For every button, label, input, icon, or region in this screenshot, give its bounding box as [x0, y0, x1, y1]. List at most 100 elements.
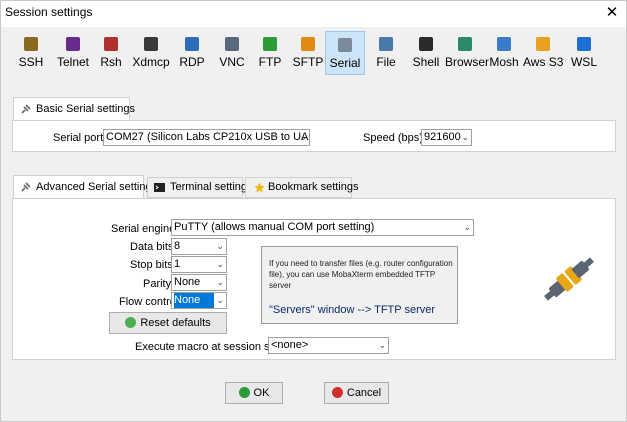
reset-icon — [125, 317, 137, 328]
file-icon — [379, 37, 393, 51]
chevron-down-icon: ⌄ — [463, 222, 471, 232]
protocol-telnet-button[interactable]: Telnet — [53, 31, 93, 75]
tab-bookmark-settings[interactable]: Bookmark settings — [245, 177, 358, 198]
speed-select[interactable]: 921600 ⌄ — [421, 129, 472, 146]
protocol-sftp-label: SFTP — [292, 55, 324, 69]
protocol-file-label: File — [376, 55, 396, 69]
tftp-info-text: If you need to transfer files (e.g. rout… — [269, 259, 453, 290]
chevron-down-icon: ⌄ — [461, 132, 469, 142]
serial-plug-icon — [21, 104, 31, 114]
protocol-shell-label: Shell — [412, 55, 440, 69]
cancel-icon — [331, 387, 343, 398]
parity-label: Parity — [143, 278, 172, 290]
protocol-mosh-label: Mosh — [489, 55, 519, 69]
flow-control-value: None — [174, 293, 214, 308]
tab-terminal-settings[interactable]: Terminal settings — [147, 177, 253, 198]
aws-s3-icon — [536, 37, 550, 51]
protocol-wsl-button[interactable]: WSL — [567, 31, 601, 75]
chevron-down-icon: ⌄ — [299, 132, 307, 142]
macro-label: Execute macro at session start: — [135, 341, 289, 353]
serial-engine-select[interactable]: PuTTY (allows manual COM port setting) ⌄ — [171, 219, 474, 236]
tab-basic-serial-settings[interactable]: Basic Serial settings — [13, 97, 135, 121]
telnet-icon — [66, 37, 80, 51]
window-title: Session settings — [5, 5, 93, 19]
data-bits-label: Data bits — [130, 241, 174, 253]
macro-value: <none> — [271, 339, 309, 351]
close-icon[interactable]: ✕ — [601, 3, 623, 23]
chevron-down-icon: ⌄ — [216, 241, 224, 251]
serial-port-value: COM27 (Silicon Labs CP210x USB to UART B — [106, 131, 309, 143]
data-bits-select[interactable]: 8 ⌄ — [171, 238, 227, 255]
vnc-icon — [225, 37, 239, 51]
mosh-icon — [497, 37, 511, 51]
sftp-icon — [301, 37, 315, 51]
cancel-label: Cancel — [346, 387, 382, 399]
star-icon — [254, 182, 265, 193]
tab-advanced-serial-settings[interactable]: Advanced Serial settings — [13, 175, 157, 199]
protocol-ftp-button[interactable]: FTP — [253, 31, 287, 75]
tftp-info-box: If you need to transfer files (e.g. rout… — [261, 246, 458, 324]
serial-plug-illustration-icon — [544, 257, 594, 301]
protocol-mosh-button[interactable]: Mosh — [487, 31, 521, 75]
rdp-icon — [185, 37, 199, 51]
protocol-rsh-button[interactable]: Rsh — [93, 31, 129, 75]
xdmcp-icon — [144, 37, 158, 51]
protocol-browser-button[interactable]: Browser — [445, 31, 490, 75]
protocol-telnet-label: Telnet — [56, 55, 90, 69]
serial-plug-icon — [21, 182, 31, 192]
browser-icon — [458, 37, 472, 51]
protocol-wsl-label: WSL — [570, 55, 597, 69]
chevron-down-icon: ⌄ — [216, 295, 224, 305]
parity-select[interactable]: None ⌄ — [171, 274, 227, 291]
tab-basic-label: Basic Serial settings — [36, 103, 136, 115]
protocol-sftp-button[interactable]: SFTP — [291, 31, 325, 75]
protocol-ssh-label: SSH — [18, 55, 44, 69]
serial-icon — [338, 38, 352, 52]
serial-port-select[interactable]: COM27 (Silicon Labs CP210x USB to UART B… — [103, 129, 310, 146]
serial-port-label: Serial port * — [53, 132, 111, 144]
tftp-servers-link[interactable]: "Servers" window --> TFTP server — [269, 304, 435, 316]
chevron-down-icon: ⌄ — [216, 277, 224, 287]
ok-label: OK — [253, 387, 270, 399]
protocol-rdp-button[interactable]: RDP — [175, 31, 209, 75]
chevron-down-icon: ⌄ — [378, 340, 386, 350]
tab-bookmark-label: Bookmark settings — [268, 181, 359, 193]
stop-bits-select[interactable]: 1 ⌄ — [171, 256, 227, 273]
terminal-icon — [154, 183, 165, 192]
flow-control-select[interactable]: None ⌄ — [171, 292, 227, 309]
tab-terminal-label: Terminal settings — [170, 181, 253, 193]
flow-control-label: Flow control — [119, 296, 179, 308]
serial-engine-label: Serial engine: — [111, 223, 179, 235]
protocol-xdmcp-label: Xdmcp — [132, 55, 170, 69]
reset-defaults-label: Reset defaults — [140, 317, 211, 329]
protocol-file-button[interactable]: File — [369, 31, 403, 75]
protocol-vnc-button[interactable]: VNC — [213, 31, 251, 75]
rsh-icon — [104, 37, 118, 51]
protocol-serial-label: Serial — [329, 56, 361, 70]
protocol-awss3-button[interactable]: Aws S3 — [523, 31, 563, 75]
shell-icon — [419, 37, 433, 51]
check-icon — [238, 387, 250, 398]
protocol-bar: SSH Telnet Rsh Xdmcp RDP VNC FTP SFTP Serial File… — [13, 31, 613, 77]
protocol-rdp-label: RDP — [179, 55, 205, 69]
chevron-down-icon: ⌄ — [216, 259, 224, 269]
protocol-xdmcp-button[interactable]: Xdmcp — [131, 31, 171, 75]
protocol-browser-label: Browser — [445, 55, 490, 69]
stop-bits-label: Stop bits — [130, 259, 173, 271]
protocol-serial-button[interactable]: Serial — [325, 31, 365, 75]
wsl-icon — [577, 37, 591, 51]
serial-engine-value: PuTTY (allows manual COM port setting) — [174, 221, 375, 233]
ssh-icon — [24, 37, 38, 51]
protocol-ssh-button[interactable]: SSH — [13, 31, 49, 75]
session-settings-dialog: Session settings ✕ SSH Telnet Rsh Xdmcp RDP V… — [0, 0, 627, 422]
protocol-rsh-label: Rsh — [100, 55, 122, 69]
protocol-vnc-label: VNC — [219, 55, 245, 69]
cancel-button[interactable]: Cancel — [324, 382, 389, 404]
ftp-icon — [263, 37, 277, 51]
reset-defaults-button[interactable]: Reset defaults — [109, 312, 227, 334]
protocol-ftp-label: FTP — [258, 55, 282, 69]
macro-select[interactable]: <none> ⌄ — [268, 337, 389, 354]
tab-advanced-label: Advanced Serial settings — [36, 181, 158, 193]
protocol-shell-button[interactable]: Shell — [407, 31, 445, 75]
ok-button[interactable]: OK — [225, 382, 283, 404]
